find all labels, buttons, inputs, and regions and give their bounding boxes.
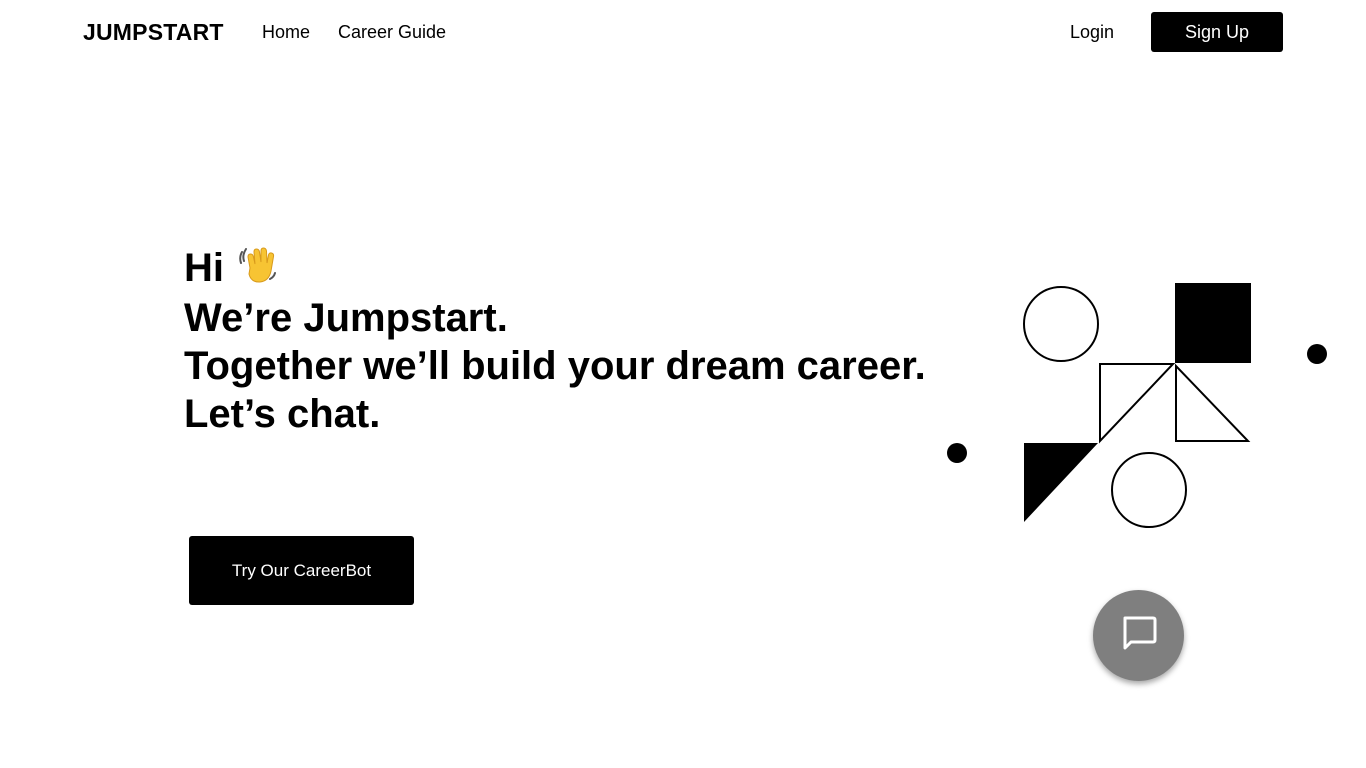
hero-greeting: Hi — [184, 246, 224, 290]
nav-link-career-guide[interactable]: Career Guide — [338, 20, 446, 44]
login-link[interactable]: Login — [1070, 20, 1114, 44]
outline-circle-bottom — [1111, 452, 1187, 528]
brand-logo[interactable]: JUMPSTART — [83, 17, 224, 47]
filled-triangle — [1024, 443, 1098, 522]
hero-line-cta: Let’s chat. — [184, 392, 381, 436]
nav-link-home[interactable]: Home — [262, 20, 310, 44]
geometric-illustration — [940, 275, 1340, 535]
hero-heading: Hi We’re Jumpstart. Together we’ll build… — [184, 242, 926, 438]
try-careerbot-button[interactable]: Try Our CareerBot — [189, 536, 414, 605]
signup-button[interactable]: Sign Up — [1151, 12, 1283, 52]
dot-left — [947, 443, 967, 463]
dot-right — [1307, 344, 1327, 364]
top-navbar: JUMPSTART Home Career Guide Login Sign U… — [0, 0, 1366, 64]
hero-greeting-line: Hi — [184, 242, 926, 294]
outline-triangle-left — [1099, 363, 1176, 444]
chat-fab-button[interactable] — [1093, 590, 1184, 681]
outline-triangle-right — [1175, 363, 1251, 442]
outline-circle-top — [1023, 286, 1099, 362]
chat-bubble-icon — [1119, 613, 1159, 658]
hero-line-intro: We’re Jumpstart. — [184, 296, 508, 340]
hero-line-mission: Together we’ll build your dream career. — [184, 344, 926, 388]
filled-square — [1175, 283, 1251, 363]
waving-hand-icon — [236, 243, 278, 285]
